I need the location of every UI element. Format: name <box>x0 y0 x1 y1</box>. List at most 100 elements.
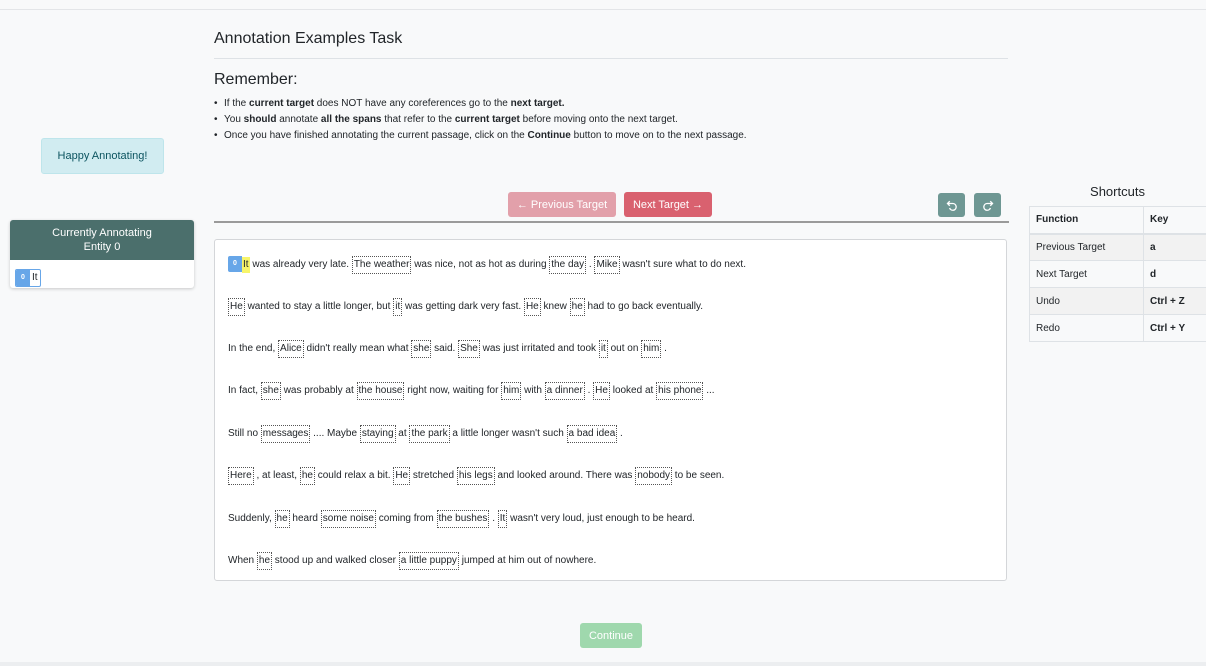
passage-text: a little longer wasn't such <box>449 428 567 439</box>
candidate-mention-span[interactable]: it <box>598 340 608 358</box>
candidate-mention-span[interactable]: a bad idea <box>566 425 618 443</box>
passage-text: wasn't sure what to do next. <box>619 259 746 270</box>
table-row: Next Target d <box>1029 260 1206 288</box>
passage-text: .... Maybe <box>310 428 360 439</box>
passage-line: 0 It was already very late. The weather w… <box>228 256 746 274</box>
passage-text: coming from <box>375 513 437 524</box>
current-target-badge: 0 <box>228 256 242 272</box>
instruction-text: If the <box>224 98 250 109</box>
passage-line: In fact, she was probably at the house r… <box>228 382 715 400</box>
candidate-mention-span[interactable]: the day <box>549 256 587 274</box>
passage-text: wasn't very loud, just enough to be hear… <box>507 513 695 524</box>
currently-annotating-card: Currently Annotating Entity 0 0 It <box>10 220 194 288</box>
entity-index-badge: 0 <box>16 270 30 286</box>
passage-text: to be seen. <box>672 470 725 481</box>
passage-text: When <box>228 555 257 566</box>
table-row: Undo Ctrl + Z <box>1029 287 1206 315</box>
candidate-mention-span[interactable]: the house <box>356 382 405 400</box>
passage-text: . <box>489 513 498 524</box>
candidate-mention-span[interactable]: He <box>593 382 610 400</box>
continue-button[interactable]: Continue <box>580 623 642 648</box>
candidate-mention-span[interactable]: Here <box>228 467 254 485</box>
candidate-mention-span[interactable]: he <box>299 467 315 485</box>
passage-line: In the end, Alice didn't really mean wha… <box>228 340 667 358</box>
instruction-emphasis: current target <box>249 98 315 109</box>
current-entity-label: Entity 0 <box>83 241 121 253</box>
candidate-mention-span[interactable]: It <box>497 510 508 528</box>
redo-button[interactable] <box>974 193 1001 217</box>
page-title: Annotation Examples Task <box>214 30 403 47</box>
candidate-mention-span[interactable]: him <box>641 340 662 358</box>
candidate-mention-span[interactable]: it <box>393 298 403 316</box>
passage-text: jumped at him out of nowhere. <box>458 555 597 566</box>
candidate-mention-span[interactable]: He <box>228 298 245 316</box>
candidate-mention-span[interactable]: a little puppy <box>398 552 459 570</box>
shortcuts-header-row: Function Key <box>1029 206 1206 235</box>
passage-text: Still no <box>228 428 261 439</box>
passage-text: and looked around. There was <box>494 470 636 481</box>
instruction-text: Once you have finished annotating the cu… <box>224 130 528 141</box>
candidate-mention-span[interactable]: He <box>523 298 541 316</box>
instruction-text: that refer to the <box>381 114 455 125</box>
entity-mention-chip[interactable]: 0 It <box>15 269 41 287</box>
passage-text: was getting dark very fast. <box>402 301 524 312</box>
current-target-span[interactable]: It <box>242 257 250 273</box>
candidate-mention-span[interactable]: she <box>260 382 281 400</box>
candidate-mention-span[interactable]: staying <box>359 425 396 443</box>
passage-line: He wanted to stay a little longer, but i… <box>228 298 703 316</box>
next-target-button[interactable]: Next Target → <box>624 192 712 217</box>
toolbar-divider <box>214 221 1009 223</box>
passage-text: with <box>521 385 545 396</box>
passage-text: . <box>584 385 594 396</box>
candidate-mention-span[interactable]: Mike <box>594 256 620 274</box>
candidate-mention-span[interactable]: he <box>274 510 290 528</box>
candidate-mention-span[interactable]: the park <box>409 425 450 443</box>
instruction-emphasis: current target <box>454 114 520 125</box>
candidate-mention-span[interactable]: some noise <box>320 510 376 528</box>
shortcut-function: Next Target <box>1029 260 1144 288</box>
shortcut-function: Undo <box>1029 287 1144 315</box>
candidate-mention-span[interactable]: he <box>569 298 585 316</box>
instruction-list: If the current target does NOT have any … <box>214 96 747 144</box>
instruction-emphasis: should <box>243 114 277 125</box>
candidate-mention-span[interactable]: He <box>393 467 411 485</box>
function-column-header: Function <box>1029 206 1144 235</box>
redo-icon <box>982 200 993 211</box>
candidate-mention-span[interactable]: a dinner <box>544 382 585 400</box>
instruction-text: before moving onto the next target. <box>519 114 678 125</box>
shortcut-key: Ctrl + Y <box>1143 314 1206 342</box>
candidate-mention-span[interactable]: his legs <box>456 467 495 485</box>
instruction-text: does NOT have any coreferences go to the <box>314 98 511 109</box>
candidate-mention-span[interactable]: Alice <box>278 340 304 358</box>
currently-annotating-header: Currently Annotating Entity 0 <box>10 220 194 260</box>
candidate-mention-span[interactable]: nobody <box>635 467 673 485</box>
candidate-mention-span[interactable]: he <box>256 552 273 570</box>
candidate-mention-span[interactable]: She <box>458 340 480 358</box>
shortcut-function: Previous Target <box>1029 233 1144 261</box>
passage-text: at <box>395 428 410 439</box>
table-row: Previous Target a <box>1029 233 1206 261</box>
top-divider <box>0 9 1206 10</box>
instruction-item: Once you have finished annotating the cu… <box>214 128 747 144</box>
passage-text: could relax a bit. <box>314 470 394 481</box>
passage-line: When he stood up and walked closer a lit… <box>228 552 596 570</box>
passage-text: didn't really mean what <box>303 343 412 354</box>
previous-target-button[interactable]: ← Previous Target <box>508 192 616 217</box>
passage-text: was probably at <box>280 385 357 396</box>
candidate-mention-span[interactable]: the bushes <box>436 510 490 528</box>
passage-text: out on <box>607 343 642 354</box>
candidate-mention-span[interactable]: she <box>411 340 432 358</box>
passage-line: Here , at least, he could relax a bit. H… <box>228 467 724 485</box>
candidate-mention-span[interactable]: messages <box>260 425 311 443</box>
candidate-mention-span[interactable]: The weather <box>351 256 412 274</box>
instruction-emphasis: Continue <box>527 130 571 141</box>
shortcut-key: Ctrl + Z <box>1143 287 1206 315</box>
candidate-mention-span[interactable]: his phone <box>656 382 704 400</box>
currently-annotating-label: Currently Annotating <box>52 227 152 239</box>
passage-text: . <box>617 428 623 439</box>
undo-button[interactable] <box>938 193 965 217</box>
candidate-mention-span[interactable]: him <box>501 382 522 400</box>
instruction-text: You <box>224 114 244 125</box>
passage-line: Still no messages .... Maybe staying at … <box>228 425 623 443</box>
remember-heading: Remember: <box>214 71 298 88</box>
